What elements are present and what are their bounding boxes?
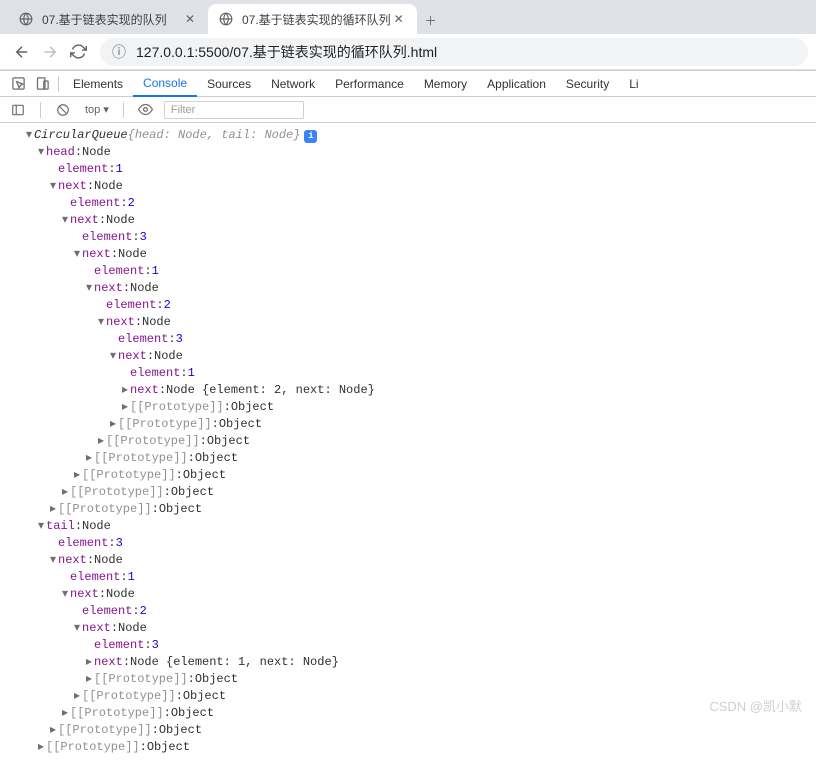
context-selector[interactable]: top ▾ bbox=[81, 103, 113, 116]
console-object-row[interactable]: ▸[[Prototype]]: Object bbox=[6, 399, 816, 416]
info-badge-icon[interactable]: i bbox=[304, 130, 317, 143]
console-object-row[interactable]: ▾next: Node bbox=[6, 586, 816, 603]
tab-sources[interactable]: Sources bbox=[197, 71, 261, 97]
tab-console[interactable]: Console bbox=[133, 71, 197, 97]
back-button[interactable] bbox=[8, 38, 36, 66]
console-object-row[interactable]: element: 1 bbox=[6, 161, 816, 178]
tab-security[interactable]: Security bbox=[556, 71, 619, 97]
console-object-row[interactable]: ▸[[Prototype]]: Object bbox=[6, 467, 816, 484]
devtools-tabs: Elements Console Sources Network Perform… bbox=[0, 71, 816, 97]
console-object-row[interactable]: element: 2 bbox=[6, 195, 816, 212]
tab-more[interactable]: Li bbox=[619, 71, 648, 97]
console-object-row[interactable]: ▸[[Prototype]]: Object bbox=[6, 739, 816, 756]
address-bar: ⓘ 127.0.0.1:5500/07.基于链表实现的循环队列.html bbox=[0, 34, 816, 70]
console-object-row[interactable]: element: 3 bbox=[6, 637, 816, 654]
watermark: CSDN @凯小默 bbox=[709, 696, 802, 715]
devtools-panel: Elements Console Sources Network Perform… bbox=[0, 70, 816, 760]
url-text: 127.0.0.1:5500/07.基于链表实现的循环队列.html bbox=[136, 42, 437, 62]
console-object-row[interactable]: element: 3 bbox=[6, 535, 816, 552]
console-object-row[interactable]: ▸[[Prototype]]: Object bbox=[6, 722, 816, 739]
console-object-row[interactable]: ▸[[Prototype]]: Object bbox=[6, 688, 816, 705]
console-object-row[interactable]: element: 2 bbox=[6, 297, 816, 314]
reload-button[interactable] bbox=[64, 38, 92, 66]
console-object-row[interactable]: ▾CircularQueue {head: Node, tail: Node}i bbox=[6, 127, 816, 144]
close-icon[interactable]: ✕ bbox=[182, 11, 198, 27]
console-object-row[interactable]: ▾head: Node bbox=[6, 144, 816, 161]
separator bbox=[40, 102, 41, 118]
separator bbox=[58, 76, 59, 92]
tab-elements[interactable]: Elements bbox=[63, 71, 133, 97]
tab-network[interactable]: Network bbox=[261, 71, 325, 97]
browser-tab-1[interactable]: 07.基于链表实现的队列 ✕ bbox=[8, 4, 208, 34]
console-object-row[interactable]: element: 1 bbox=[6, 569, 816, 586]
console-object-row[interactable]: element: 1 bbox=[6, 263, 816, 280]
browser-tab-2-active[interactable]: 07.基于链表实现的循环队列 ✕ bbox=[208, 4, 417, 34]
inspect-icon[interactable] bbox=[6, 72, 30, 96]
console-object-row[interactable]: ▾next: Node bbox=[6, 280, 816, 297]
browser-tab-bar: 07.基于链表实现的队列 ✕ 07.基于链表实现的循环队列 ✕ ＋ bbox=[0, 0, 816, 34]
console-object-row[interactable]: ▸[[Prototype]]: Object bbox=[6, 433, 816, 450]
console-object-row[interactable]: element: 3 bbox=[6, 331, 816, 348]
console-object-row[interactable]: ▸[[Prototype]]: Object bbox=[6, 416, 816, 433]
console-object-row[interactable]: element: 3 bbox=[6, 229, 816, 246]
console-object-row[interactable]: ▸[[Prototype]]: Object bbox=[6, 484, 816, 501]
console-object-row[interactable]: ▸next: Node {element: 2, next: Node} bbox=[6, 382, 816, 399]
globe-icon bbox=[18, 11, 34, 27]
clear-console-icon[interactable] bbox=[51, 98, 75, 122]
eye-icon[interactable] bbox=[134, 98, 158, 122]
separator bbox=[123, 102, 124, 118]
globe-icon bbox=[218, 11, 234, 27]
console-object-row[interactable]: ▾next: Node bbox=[6, 212, 816, 229]
console-object-row[interactable]: ▸[[Prototype]]: Object bbox=[6, 705, 816, 722]
console-object-row[interactable]: ▾tail: Node bbox=[6, 518, 816, 535]
console-object-row[interactable]: ▸next: Node {element: 1, next: Node} bbox=[6, 654, 816, 671]
tab-application[interactable]: Application bbox=[477, 71, 556, 97]
forward-button[interactable] bbox=[36, 38, 64, 66]
console-object-row[interactable]: ▾next: Node bbox=[6, 348, 816, 365]
console-object-row[interactable]: ▾next: Node bbox=[6, 246, 816, 263]
filter-input[interactable]: Filter bbox=[164, 101, 304, 119]
address-input[interactable]: ⓘ 127.0.0.1:5500/07.基于链表实现的循环队列.html bbox=[100, 38, 808, 66]
console-object-row[interactable]: element: 1 bbox=[6, 365, 816, 382]
new-tab-button[interactable]: ＋ bbox=[417, 6, 445, 34]
console-object-row[interactable]: ▾next: Node bbox=[6, 314, 816, 331]
device-icon[interactable] bbox=[30, 72, 54, 96]
console-object-row[interactable]: ▾next: Node bbox=[6, 552, 816, 569]
console-output: ▾CircularQueue {head: Node, tail: Node}i… bbox=[0, 123, 816, 760]
console-object-row[interactable]: ▸[[Prototype]]: Object bbox=[6, 501, 816, 518]
sidebar-toggle-icon[interactable] bbox=[6, 98, 30, 122]
console-object-row[interactable]: ▸[[Prototype]]: Object bbox=[6, 671, 816, 688]
info-icon: ⓘ bbox=[112, 42, 126, 62]
close-icon[interactable]: ✕ bbox=[391, 11, 407, 27]
tab-performance[interactable]: Performance bbox=[325, 71, 414, 97]
console-object-row[interactable]: ▸[[Prototype]]: Object bbox=[6, 450, 816, 467]
console-toolbar: top ▾ Filter bbox=[0, 97, 816, 123]
console-object-row[interactable]: ▾next: Node bbox=[6, 178, 816, 195]
tab-memory[interactable]: Memory bbox=[414, 71, 477, 97]
tab-title: 07.基于链表实现的队列 bbox=[42, 11, 167, 28]
tab-title: 07.基于链表实现的循环队列 bbox=[242, 11, 391, 28]
console-object-row[interactable]: element: 2 bbox=[6, 603, 816, 620]
console-object-row[interactable]: ▾next: Node bbox=[6, 620, 816, 637]
